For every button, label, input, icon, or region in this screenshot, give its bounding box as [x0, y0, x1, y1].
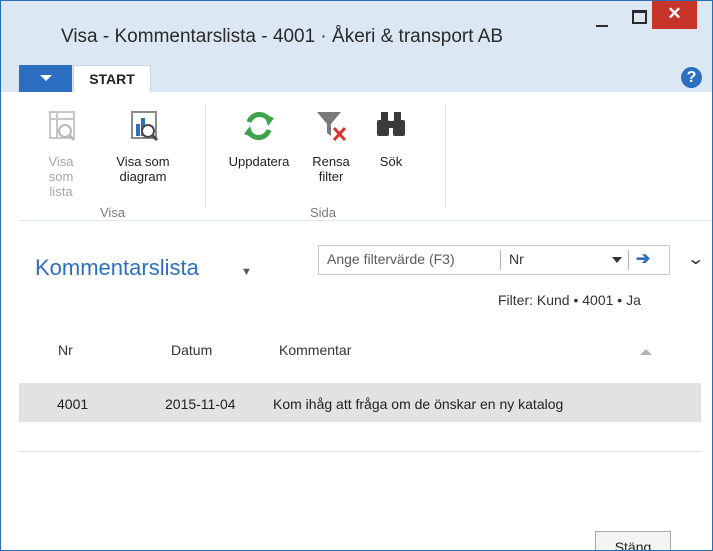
window-title: Visa - Kommentarslista - 4001 · Åkeri & … [61, 26, 504, 47]
binoculars-icon [371, 106, 411, 146]
clear-filter-icon [311, 106, 351, 146]
chevron-down-icon[interactable]: ▼ [241, 266, 252, 278]
arrow-right-icon[interactable]: ➔ [636, 249, 650, 269]
group-label-visa: Visa [100, 205, 126, 220]
group-separator [205, 104, 206, 208]
refresh-button[interactable]: Uppdatera [221, 106, 297, 169]
help-icon[interactable]: ? [681, 67, 702, 88]
filter-input[interactable]: Ange filtervärde (F3) [327, 251, 455, 267]
column-header-datum[interactable]: Datum [171, 342, 212, 358]
dropdown-arrow-icon[interactable] [612, 257, 622, 263]
filter-field-select[interactable]: Nr [509, 251, 524, 267]
active-filter-text: Filter: Kund • 4001 • Ja [498, 292, 641, 308]
refresh-icon [239, 106, 279, 146]
chart-view-icon [123, 106, 163, 146]
cell-nr: 4001 [57, 396, 89, 412]
title-bar[interactable]: Visa - Kommentarslista - 4001 · Åkeri & … [1, 1, 712, 55]
search-button[interactable]: Sök [371, 106, 411, 169]
chart-view-label: Visa som diagram [116, 154, 170, 184]
minimize-icon [596, 25, 608, 27]
column-header-nr[interactable]: Nr [58, 342, 73, 358]
list-view-label: Visa som lista [48, 154, 74, 199]
group-label-sida: Sida [310, 205, 337, 220]
chart-view-button[interactable]: Visa som diagram [112, 106, 174, 184]
page-title[interactable]: Kommentarslista [35, 255, 199, 281]
close-button[interactable]: Stäng [595, 531, 671, 550]
search-label: Sök [379, 154, 403, 169]
divider [500, 250, 501, 270]
file-menu-button[interactable] [19, 65, 72, 92]
row-divider [19, 451, 701, 452]
dropdown-arrow-icon [40, 75, 52, 81]
sort-indicator-icon [640, 349, 652, 355]
refresh-label: Uppdatera [228, 154, 290, 169]
clear-filter-button[interactable]: Rensa filter [306, 106, 356, 184]
list-view-icon [41, 106, 81, 146]
divider [628, 250, 629, 270]
group-separator [445, 104, 446, 208]
cell-datum: 2015-11-04 [165, 396, 236, 412]
filter-box: Ange filtervärde (F3) Nr ➔ [318, 245, 670, 275]
clear-filter-label: Rensa filter [312, 154, 350, 184]
ribbon-tabs: START ? [1, 55, 712, 93]
tab-start[interactable]: START [73, 65, 151, 93]
list-view-button[interactable]: Visa som lista [36, 106, 86, 199]
maximize-icon [632, 10, 647, 24]
close-icon: ✕ [667, 4, 682, 23]
ribbon: Visa som lista Visa som diagram Visa Upp… [19, 92, 712, 221]
close-window-button[interactable]: ✕ [652, 1, 697, 29]
column-header-kommentar[interactable]: Kommentar [279, 342, 351, 358]
dialog-window: Visa - Kommentarslista - 4001 · Åkeri & … [0, 0, 713, 551]
expand-chevron-icon[interactable]: ⌄ [686, 249, 705, 269]
cell-kommentar: Kom ihåg att fråga om de önskar en ny ka… [273, 396, 564, 412]
